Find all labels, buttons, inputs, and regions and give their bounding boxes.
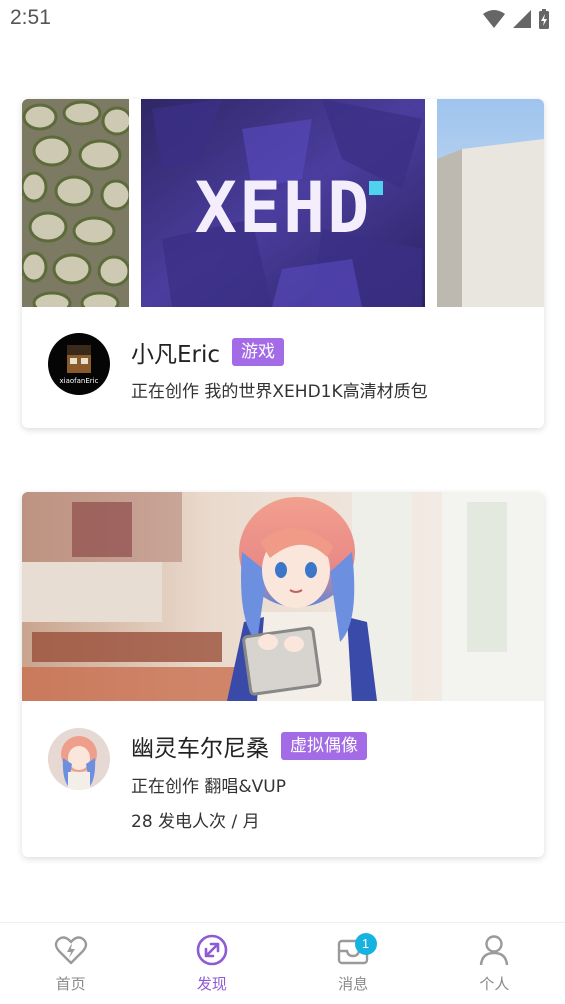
tab-label: 个人 [479, 975, 510, 993]
bottom-tab-bar: 首页 发现 1 消息 个人 [0, 922, 565, 1004]
discover-icon [196, 934, 228, 966]
tab-discover[interactable]: 发现 [141, 923, 282, 1004]
tab-label: 消息 [338, 975, 369, 993]
status-time: 2:51 [10, 6, 51, 29]
creator-card[interactable]: XEHD xiaofanEric 小凡Eric 游戏 正在创作 我的世界XEHD… [22, 99, 544, 428]
creating-status: 正在创作 我的世界XEHD1K高清材质包 [131, 382, 428, 402]
support-count: 28 发电人次 / 月 [131, 812, 260, 832]
tab-messages[interactable]: 1 消息 [283, 923, 424, 1004]
creator-name: 小凡Eric [131, 342, 221, 368]
battery-icon [539, 9, 549, 29]
creator-banner [22, 492, 544, 701]
creating-status: 正在创作 翻唱&VUP [131, 777, 286, 797]
creator-name-row: 小凡Eric 游戏 [131, 335, 285, 369]
creator-banner: XEHD [22, 99, 544, 307]
tab-label: 发现 [196, 975, 227, 993]
category-tag: 游戏 [232, 338, 285, 366]
creator-name-row: 幽灵车尔尼桑 虚拟偶像 [131, 729, 367, 763]
status-bar: 2:51 [0, 0, 565, 40]
avatar-text: xiaofanEric [60, 377, 99, 385]
creator-name: 幽灵车尔尼桑 [131, 736, 269, 762]
unread-badge: 1 [354, 933, 377, 955]
banner-text: XEHD [195, 167, 372, 249]
avatar[interactable] [48, 728, 110, 790]
creator-card[interactable]: 幽灵车尔尼桑 虚拟偶像 正在创作 翻唱&VUP 28 发电人次 / 月 [22, 492, 544, 857]
person-icon [480, 935, 509, 966]
tab-profile[interactable]: 个人 [424, 923, 565, 1004]
wifi-icon [483, 10, 505, 28]
signal-icon [513, 10, 531, 28]
status-icons [481, 8, 553, 36]
category-tag: 虚拟偶像 [281, 732, 367, 760]
tab-label: 首页 [55, 975, 86, 993]
tab-home[interactable]: 首页 [0, 923, 141, 1004]
avatar[interactable]: xiaofanEric [48, 333, 110, 395]
heart-bolt-icon [54, 936, 87, 965]
